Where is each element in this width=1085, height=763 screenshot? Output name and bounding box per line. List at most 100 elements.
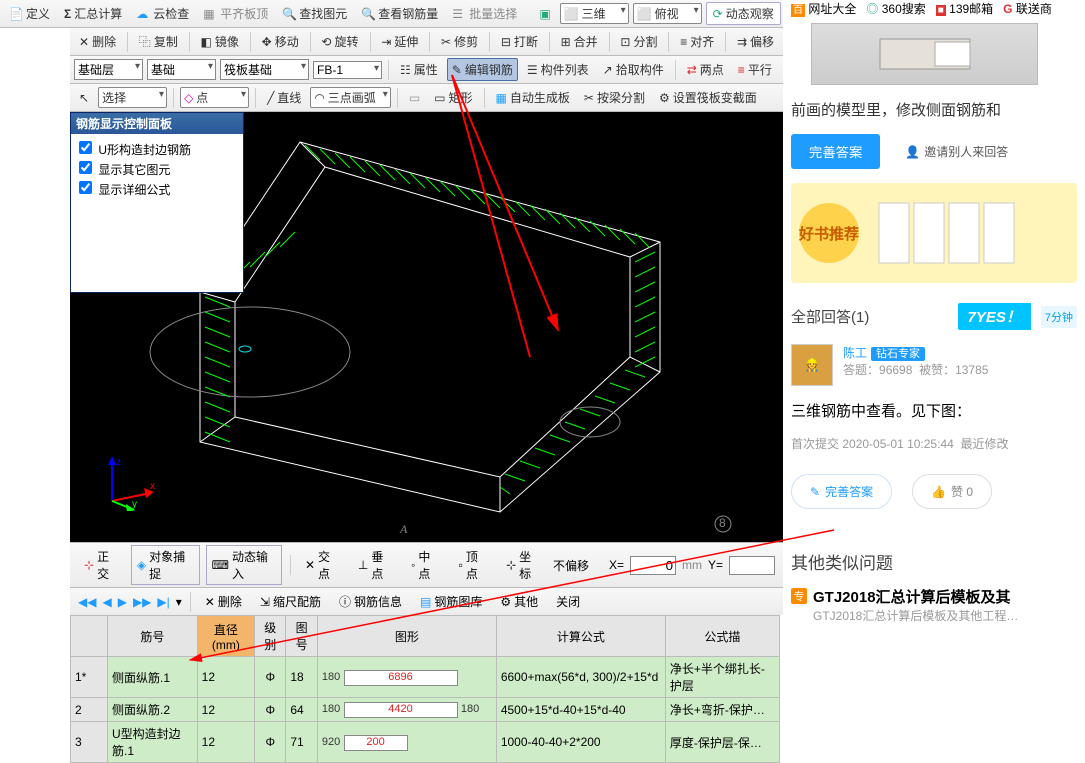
table-row[interactable]: 3U型构造封边筋.112Φ71 920 200 1000-40-40+2*200…: [71, 722, 780, 763]
chk-other-elem[interactable]: 显示其它图元: [75, 158, 239, 178]
sel-floor[interactable]: 基础层: [74, 59, 143, 80]
pill-improve[interactable]: ✎完善答案: [791, 474, 892, 509]
btn-zhixian[interactable]: ╱直线: [262, 86, 306, 109]
p-guanbi[interactable]: 关闭: [550, 590, 586, 613]
btn-shanchu[interactable]: ✕删除: [74, 30, 121, 53]
g-icon[interactable]: G 联送商: [1003, 0, 1052, 17]
rebar-table[interactable]: 筋号 直径(mm) 级别 图号 图形 计算公式 公式描 1*侧面纵筋.112Φ1…: [70, 615, 780, 763]
btn-shuxing[interactable]: ☷属性: [395, 58, 443, 81]
st-chuidian[interactable]: ⊥垂点: [352, 545, 399, 585]
st-dyninput[interactable]: ⌨动态输入: [206, 545, 282, 585]
th-tuxing[interactable]: 图形: [317, 616, 496, 657]
btn-jingxiang[interactable]: ◧镜像: [196, 30, 244, 53]
sel-offset[interactable]: 不偏移: [553, 557, 603, 574]
btn-cursor[interactable]: ↖: [74, 88, 94, 108]
table-row[interactable]: 1*侧面纵筋.112Φ18 180 6896 6600+max(56*d, 30…: [71, 657, 780, 698]
btn-fenge[interactable]: ⊡分割: [615, 30, 662, 53]
btn-batchsel[interactable]: ☰批量选择: [447, 2, 522, 25]
mail-icon[interactable]: ■ 139邮箱: [936, 0, 993, 17]
btn-yanshen[interactable]: ⇥延伸: [376, 30, 423, 53]
st-zhongdian[interactable]: ◦中点: [405, 545, 446, 585]
sel-view[interactable]: ⬜ 俯视: [633, 3, 702, 24]
btn-findrebar[interactable]: 🔍查看钢筋量: [356, 2, 443, 25]
chk-u-rebar[interactable]: U形构造封边钢筋: [75, 138, 239, 158]
username[interactable]: 陈工: [843, 346, 867, 360]
btn-arc[interactable]: ◠三点画弧: [310, 87, 391, 108]
nav-prev[interactable]: ◀: [102, 595, 111, 609]
rebar-display-panel[interactable]: 钢筋显示控制面板 U形构造封边钢筋 显示其它图元 显示详细公式: [70, 112, 244, 293]
btn-xuanzhuan[interactable]: ⟲旋转: [316, 30, 363, 53]
btn-pingxing[interactable]: ≡平行: [733, 58, 777, 81]
btn-sigma[interactable]: Σ汇总计算: [59, 2, 127, 25]
p-gangku[interactable]: ▤钢筋图库: [414, 590, 488, 613]
th-jibie[interactable]: 级别: [255, 616, 286, 657]
promo-banner[interactable]: 好书推荐: [791, 183, 1077, 283]
btn-cube[interactable]: ▣: [534, 4, 555, 24]
sel-type[interactable]: 筏板基础: [220, 59, 309, 80]
sel-3d[interactable]: ⬜ 三维: [560, 3, 629, 24]
th-jisuan[interactable]: 计算公式: [496, 616, 665, 657]
btn-liangdian[interactable]: ⇄两点: [682, 58, 729, 81]
coord-y-input[interactable]: [729, 556, 775, 575]
btn-dingyi[interactable]: 📄定义: [4, 2, 55, 25]
btn-bianji-rebar[interactable]: ✎编辑钢筋: [447, 58, 518, 81]
th-dia[interactable]: 直径(mm): [197, 616, 254, 657]
pill-like[interactable]: 👍赞 0: [912, 474, 992, 509]
canvas-3d[interactable]: 钢筋显示控制面板 U形构造封边钢筋 显示其它图元 显示详细公式: [70, 112, 783, 542]
btn-rect[interactable]: ▭: [404, 88, 425, 108]
p-qita[interactable]: ⚙其他: [494, 590, 544, 613]
btn-fuzhi[interactable]: ⿻复制: [134, 30, 183, 53]
s360-icon[interactable]: ◎ 360搜索: [866, 0, 925, 17]
st-snap[interactable]: ◈对象捕捉: [131, 545, 200, 585]
avatar[interactable]: 👷: [791, 344, 833, 386]
btn-shezhi[interactable]: ⚙设置筏板变截面: [654, 86, 762, 109]
th-jinhao[interactable]: 筋号: [108, 616, 198, 657]
btn-shiqu[interactable]: ↗拾取构件: [598, 58, 669, 81]
chk-formula[interactable]: 显示详细公式: [75, 178, 239, 198]
p-gangjin[interactable]: ⓘ钢筋信息: [333, 590, 408, 613]
wz-icon[interactable]: 百 网址大全: [791, 0, 856, 17]
invite-link[interactable]: 👤邀请别人来回答: [905, 143, 1008, 160]
btn-pianyi[interactable]: ⇉偏移: [732, 30, 779, 53]
st-jiaodian[interactable]: ✕交点: [299, 545, 346, 585]
st-zhengjiao[interactable]: ⊹正交: [78, 545, 125, 585]
btn-xuanze[interactable]: 选择: [98, 87, 167, 108]
st-dingdian[interactable]: ▫顶点: [453, 545, 494, 585]
chk2[interactable]: [79, 161, 92, 174]
st-zuobiao[interactable]: ⊹坐标: [500, 545, 547, 585]
p-shanchu[interactable]: ✕删除: [199, 590, 248, 613]
p-chidu[interactable]: ⇲缩尺配筋: [254, 590, 327, 613]
btn-flat[interactable]: ▦平齐板顶: [198, 2, 273, 25]
btn-dongtai[interactable]: ⟳ 动态观察: [706, 2, 781, 25]
improve-answer-button[interactable]: 完善答案: [791, 134, 880, 169]
btn-anliang[interactable]: ✂按梁分割: [579, 86, 650, 109]
chk3[interactable]: [79, 181, 92, 194]
model-thumbnail[interactable]: [811, 23, 1038, 85]
q-title[interactable]: GTJ2018汇总计算后模板及其: [813, 586, 1018, 607]
btn-daduan[interactable]: ⊟打断: [496, 30, 543, 53]
chk1[interactable]: [79, 141, 92, 154]
btn-goujian[interactable]: ☰构件列表: [522, 58, 594, 81]
btn-xiujian[interactable]: ✂修剪: [436, 30, 483, 53]
nav-play[interactable]: ▶: [118, 595, 127, 609]
th-gongshi[interactable]: 公式描: [665, 616, 779, 657]
btn-juxing[interactable]: ▭矩形: [429, 86, 477, 109]
nav-down[interactable]: ▾: [176, 595, 182, 609]
nav-first[interactable]: ◀◀: [78, 595, 96, 609]
nav-next[interactable]: ▶▶: [133, 595, 151, 609]
btn-shengcheng[interactable]: ▦自动生成板: [491, 86, 575, 109]
yes-badge[interactable]: 7YES！: [958, 303, 1031, 330]
btn-findelem[interactable]: 🔍查找图元: [277, 2, 352, 25]
coord-x-input[interactable]: [630, 556, 676, 575]
nav-last[interactable]: ▶|: [157, 595, 169, 609]
btn-duiqi[interactable]: ≡对齐: [675, 30, 719, 53]
related-question[interactable]: 专 GTJ2018汇总计算后模板及其 GTJ2018汇总计算后模板及其他工程…: [791, 586, 1077, 624]
btn-hebing[interactable]: ⊞合并: [556, 30, 603, 53]
table-row[interactable]: 2侧面纵筋.212Φ64 180 4420 180 4500+15*d-40+1…: [71, 698, 780, 722]
sel-cat[interactable]: 基础: [147, 59, 216, 80]
th-tuhao[interactable]: 图号: [286, 616, 317, 657]
sel-comp[interactable]: FB-1: [313, 61, 382, 79]
btn-yidong[interactable]: ✥移动: [257, 30, 304, 53]
btn-dian[interactable]: ◇ 点: [180, 87, 249, 108]
panel-title[interactable]: 钢筋显示控制面板: [71, 113, 243, 134]
